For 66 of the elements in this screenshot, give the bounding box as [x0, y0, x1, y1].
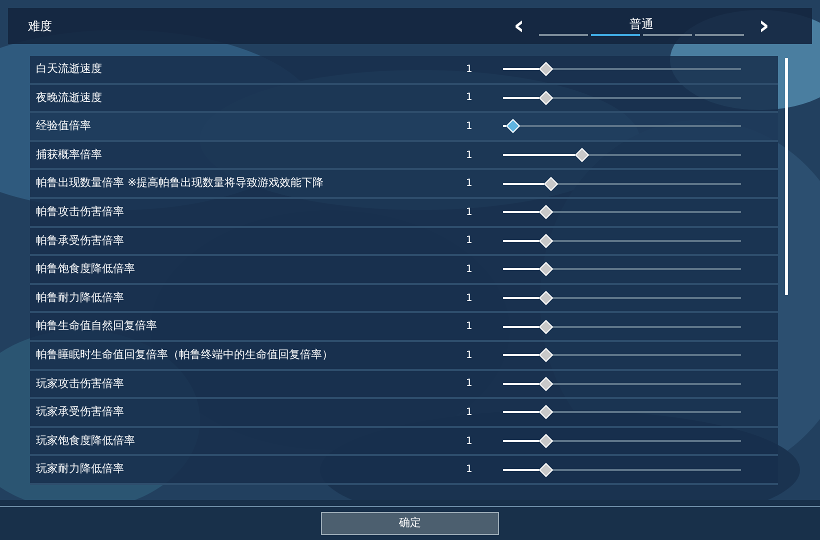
setting-label: 帕鲁生命值自然回复倍率 — [36, 318, 158, 334]
setting-value: 1 — [466, 406, 474, 420]
setting-label: 帕鲁睡眠时生命值回复倍率（帕鲁终端中的生命值回复倍率） — [36, 346, 334, 363]
setting-row[interactable]: 帕鲁睡眠时生命值回复倍率（帕鲁终端中的生命值回复倍率） 1 — [30, 342, 778, 371]
previous-button[interactable]: ‹ — [511, 13, 527, 39]
setting-value: 1 — [466, 120, 474, 134]
slider-track[interactable] — [503, 382, 741, 385]
slider-track[interactable] — [503, 354, 741, 356]
setting-label: 夜晚流逝速度 — [36, 90, 103, 106]
slider-track[interactable] — [503, 154, 741, 156]
slider-track[interactable] — [503, 96, 741, 99]
setting-value: 1 — [466, 292, 474, 306]
setting-value: 1 — [466, 434, 474, 449]
setting-row[interactable]: 帕鲁攻击伤害倍率 1 — [30, 198, 778, 228]
setting-label: 帕鲁出现数量倍率 ※提高帕鲁出现数量将导致游戏效能下降 — [36, 175, 325, 192]
setting-value: 1 — [466, 320, 474, 334]
setting-value: 1 — [466, 348, 474, 363]
setting-row[interactable]: 经验值倍率 1 — [30, 113, 778, 142]
setting-value: 1 — [466, 177, 474, 192]
setting-label: 帕鲁耐力降低倍率 — [36, 290, 125, 306]
setting-row[interactable]: 帕鲁承受伤害倍率 1 — [30, 228, 778, 256]
setting-row[interactable]: 帕鲁出现数量倍率 ※提高帕鲁出现数量将导致游戏效能下降 1 — [30, 170, 778, 199]
setting-value: 1 — [466, 148, 474, 163]
setting-row[interactable]: 玩家耐力降低倍率 1 — [30, 456, 778, 485]
setting-row[interactable]: 玩家攻击伤害倍率 1 — [30, 370, 778, 400]
setting-value: 1 — [466, 463, 474, 478]
setting-value: 1 — [466, 206, 474, 220]
setting-row[interactable]: 帕鲁生命值自然回复倍率 1 — [30, 313, 778, 342]
setting-label: 经验值倍率 — [36, 118, 92, 134]
slider-track[interactable] — [503, 240, 741, 242]
setting-label: 玩家饱食度降低倍率 — [36, 432, 136, 449]
setting-row[interactable]: 夜晚流逝速度 1 — [30, 84, 778, 114]
setting-value: 1 — [466, 262, 474, 277]
setting-row[interactable]: 玩家承受伤害倍率 1 — [30, 399, 778, 428]
setting-label: 帕鲁攻击伤害倍率 — [36, 204, 125, 220]
setting-value: 1 — [466, 62, 474, 77]
setting-row[interactable]: 白天流逝速度 1 — [30, 56, 778, 85]
setting-value: 1 — [466, 377, 474, 392]
setting-label: 帕鲁承受伤害倍率 — [36, 232, 125, 249]
setting-label: 难度 — [28, 18, 53, 35]
setting-label: 玩家耐力降低倍率 — [36, 461, 125, 478]
next-button[interactable]: › — [756, 13, 772, 39]
slider-track[interactable] — [503, 297, 741, 300]
setting-value: 1 — [466, 91, 474, 106]
slider-track[interactable] — [503, 182, 741, 185]
slider-track[interactable] — [503, 68, 741, 70]
slider-track[interactable] — [503, 411, 741, 414]
setting-row[interactable]: 玩家饱食度降低倍率 1 — [30, 428, 778, 456]
setting-label: 玩家攻击伤害倍率 — [36, 376, 125, 392]
setting-row[interactable]: 捕获概率倍率 1 — [30, 142, 778, 170]
setting-label: 白天流逝速度 — [36, 61, 103, 78]
slider-track[interactable] — [503, 468, 741, 471]
setting-label: 玩家承受伤害倍率 — [36, 404, 125, 420]
difficulty-value: 普通 — [630, 16, 654, 32]
setting-label: 帕鲁饱食度降低倍率 — [36, 261, 136, 278]
setting-value: 1 — [466, 234, 474, 248]
slider-track[interactable] — [503, 440, 741, 442]
setting-row[interactable]: 帕鲁饱食度降低倍率 1 — [30, 256, 778, 285]
slider-track[interactable] — [503, 268, 741, 270]
slider-track[interactable] — [503, 211, 741, 214]
scrollbar[interactable] — [785, 58, 788, 295]
slider-track[interactable] — [503, 326, 741, 328]
setting-label: 捕获概率倍率 — [36, 146, 103, 163]
setting-row[interactable]: 帕鲁耐力降低倍率 1 — [30, 284, 778, 314]
slider-track[interactable] — [503, 125, 741, 128]
confirm-button[interactable]: 确定 — [321, 512, 499, 535]
